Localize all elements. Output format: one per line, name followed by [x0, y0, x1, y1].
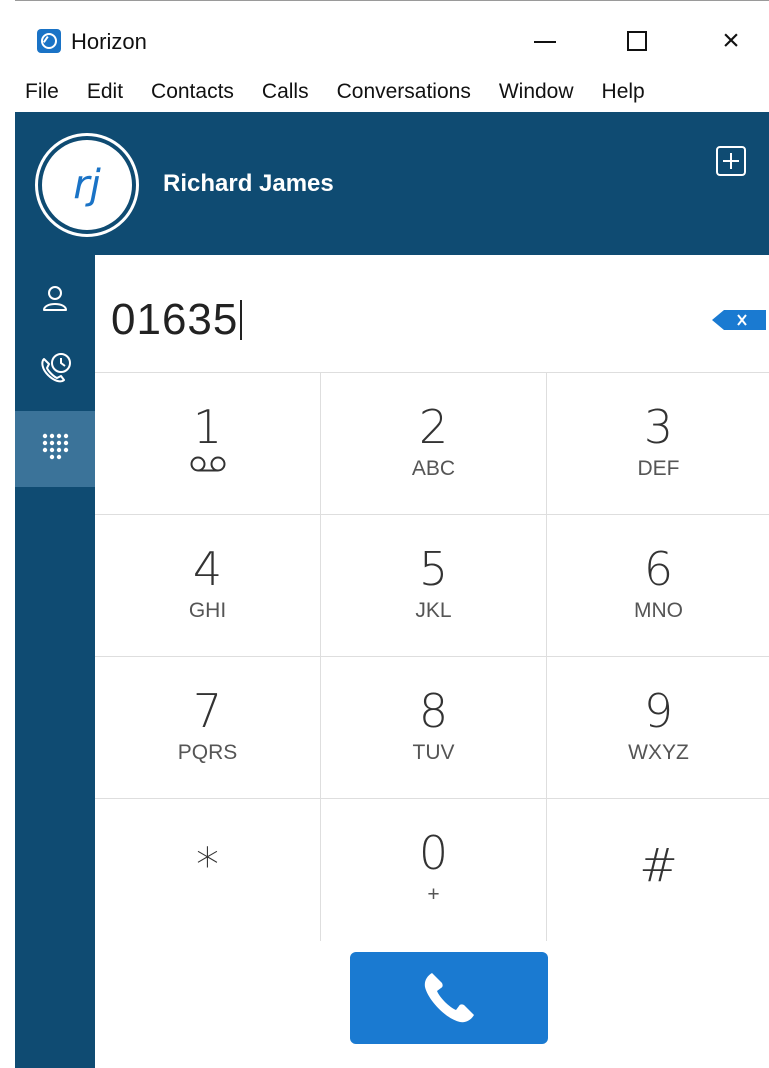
key-plus: +: [427, 883, 440, 906]
app-window: Horizon × File Edit Contacts Calls Conve…: [1, 0, 769, 1068]
menu-window[interactable]: Window: [499, 80, 574, 104]
key-digit: 0: [418, 826, 449, 880]
key-letters: TUV: [412, 741, 455, 764]
voicemail-icon: [190, 456, 225, 472]
key-letters: PQRS: [177, 741, 238, 764]
key-digit: 4: [192, 542, 223, 596]
key-3[interactable]: 3 DEF: [547, 373, 769, 514]
minimize-button[interactable]: [515, 21, 575, 61]
user-name: Richard James: [163, 170, 334, 197]
menu-edit[interactable]: Edit: [87, 80, 123, 104]
person-icon: [43, 286, 67, 311]
dialpad-icon: [42, 433, 69, 460]
key-9[interactable]: 9 WXYZ: [547, 657, 769, 798]
call-button[interactable]: [350, 952, 548, 1044]
key-1[interactable]: 1: [95, 373, 320, 514]
key-star[interactable]: *: [95, 799, 320, 941]
key-digit: 9: [643, 684, 674, 738]
key-4[interactable]: 4 GHI: [95, 515, 320, 656]
text-caret: [240, 300, 243, 340]
menu-conversations[interactable]: Conversations: [337, 80, 471, 104]
sidebar-item-contacts[interactable]: [15, 263, 95, 335]
key-digit: 5: [418, 542, 449, 596]
key-letters: ABC: [411, 457, 456, 480]
key-digit: 1: [192, 400, 223, 454]
maximize-icon: [627, 31, 647, 51]
key-digit: 2: [418, 400, 449, 454]
phone-icon: [424, 973, 474, 1023]
menu-file[interactable]: File: [25, 80, 59, 104]
avatar[interactable]: rj: [35, 133, 139, 237]
close-button[interactable]: ×: [701, 21, 761, 61]
key-letters: JKL: [415, 599, 452, 622]
maximize-button[interactable]: [607, 21, 667, 61]
avatar-initials: rj: [73, 162, 101, 208]
profile-header: rj Richard James: [15, 112, 769, 255]
menu-bar: File Edit Contacts Calls Conversations W…: [15, 72, 769, 112]
dial-input-row: 01635: [95, 255, 769, 373]
key-2[interactable]: 2 ABC: [321, 373, 546, 514]
sidebar: [15, 255, 95, 1068]
dialer-panel: 01635 1 2 ABC 3 DEF 4 GHI 5 JKL 6 MNO 7 …: [95, 255, 769, 1068]
key-7[interactable]: 7 PQRS: [95, 657, 320, 798]
key-letters: GHI: [188, 599, 227, 622]
key-0[interactable]: 0 +: [321, 799, 546, 941]
key-letters: DEF: [637, 457, 680, 480]
title-bar: Horizon ×: [15, 0, 769, 72]
key-8[interactable]: 8 TUV: [321, 657, 546, 798]
sidebar-item-history[interactable]: [15, 333, 95, 405]
horizon-app-icon: [37, 29, 61, 53]
key-digit: 7: [192, 684, 223, 738]
key-letters: MNO: [634, 599, 683, 622]
key-digit: #: [639, 838, 678, 892]
sidebar-item-dialpad[interactable]: [15, 411, 95, 487]
menu-help[interactable]: Help: [602, 80, 645, 104]
key-digit: 3: [643, 400, 674, 454]
menu-contacts[interactable]: Contacts: [151, 80, 234, 104]
dial-number: 01635: [111, 295, 239, 344]
keypad: 1 2 ABC 3 DEF 4 GHI 5 JKL 6 MNO 7 PQRS 8…: [95, 373, 769, 941]
close-icon: ×: [722, 24, 740, 57]
key-hash[interactable]: #: [547, 799, 769, 941]
key-digit: 6: [643, 542, 674, 596]
avatar-circle: rj: [42, 140, 132, 230]
window-title: Horizon: [71, 29, 147, 54]
phone-clock-icon: [41, 353, 71, 383]
key-5[interactable]: 5 JKL: [321, 515, 546, 656]
key-6[interactable]: 6 MNO: [547, 515, 769, 656]
key-digit: 8: [418, 684, 449, 738]
backspace-icon[interactable]: [712, 310, 766, 330]
dial-number-field[interactable]: 01635: [111, 295, 243, 345]
menu-calls[interactable]: Calls: [262, 80, 309, 104]
key-digit: *: [196, 838, 219, 892]
add-square-icon[interactable]: [716, 146, 746, 176]
minimize-icon: [534, 41, 556, 43]
key-letters: WXYZ: [628, 741, 689, 764]
